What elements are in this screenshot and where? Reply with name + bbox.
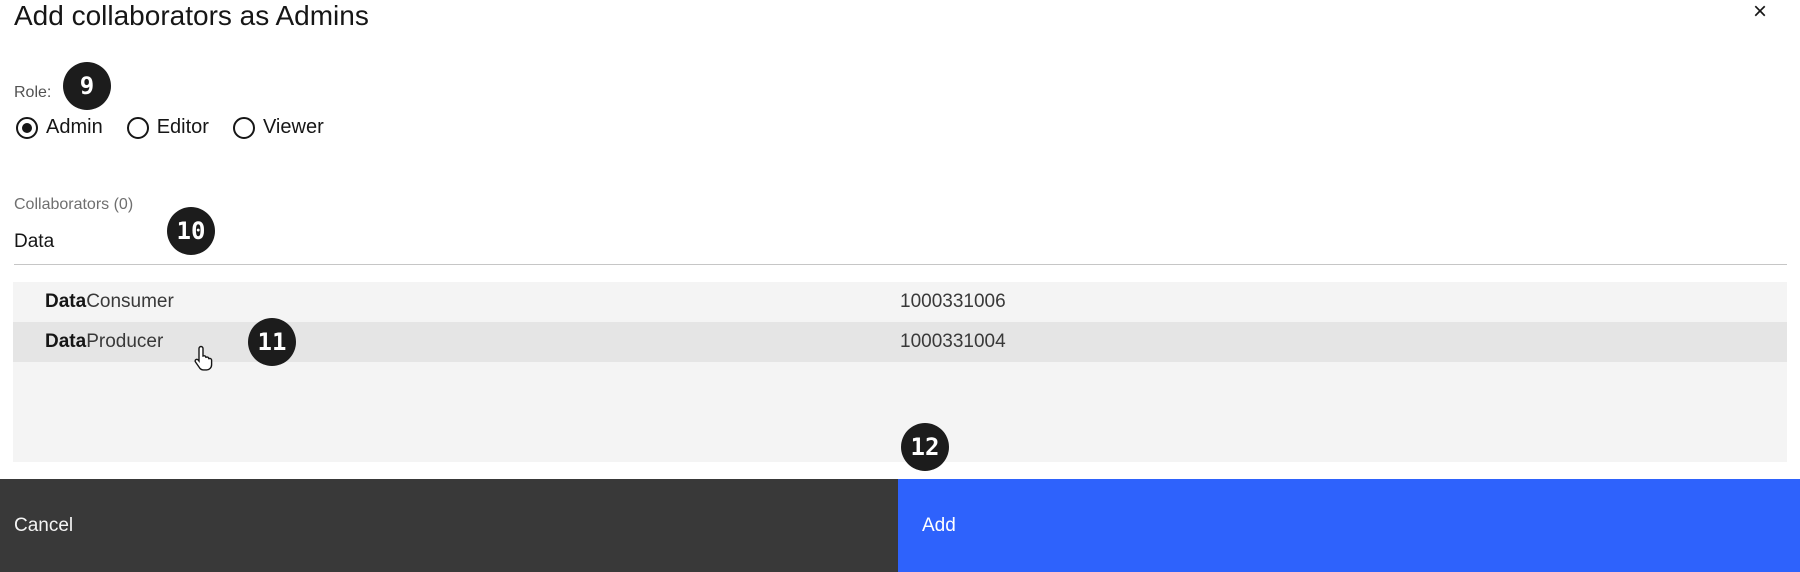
radio-circle-icon — [232, 116, 255, 139]
result-name: DataProducer — [45, 331, 164, 352]
step-badge-12: 12 — [901, 423, 949, 471]
step-badge-11: 11 — [248, 318, 296, 366]
radio-admin[interactable]: Admin — [16, 116, 103, 139]
radio-viewer-label: Viewer — [262, 116, 324, 138]
role-radio-group: Admin Editor Viewer — [16, 116, 324, 139]
radio-editor-label: Editor — [156, 116, 209, 138]
result-id: 1000331006 — [900, 291, 1006, 312]
result-name: DataConsumer — [45, 291, 174, 312]
role-label: Role: — [14, 84, 52, 101]
radio-viewer[interactable]: Viewer — [232, 116, 324, 139]
step-badge-9: 9 — [63, 62, 111, 110]
add-button[interactable]: Add — [898, 479, 1800, 572]
cancel-button[interactable]: Cancel — [0, 479, 898, 572]
collaborator-results-list: DataConsumer 1000331006 DataProducer 100… — [13, 282, 1787, 462]
dialog-title: Add collaborators as Admins — [14, 0, 369, 31]
dialog-footer: Cancel Add — [0, 479, 1800, 572]
radio-circle-icon — [126, 116, 149, 139]
radio-admin-label: Admin — [46, 116, 103, 138]
radio-circle-checked-icon — [16, 116, 38, 139]
collaborators-search-input[interactable] — [14, 220, 1787, 265]
hand-pointer-cursor-icon — [194, 345, 213, 371]
result-row-dataconsumer[interactable]: DataConsumer 1000331006 — [13, 282, 1787, 322]
add-collaborators-dialog: Add collaborators as Admins × Role: Admi… — [0, 0, 1800, 572]
result-id: 1000331004 — [900, 331, 1006, 352]
radio-editor[interactable]: Editor — [126, 116, 209, 139]
collaborators-label: Collaborators (0) — [14, 196, 134, 213]
close-icon[interactable]: × — [1746, 0, 1774, 26]
step-badge-10: 10 — [167, 207, 215, 255]
